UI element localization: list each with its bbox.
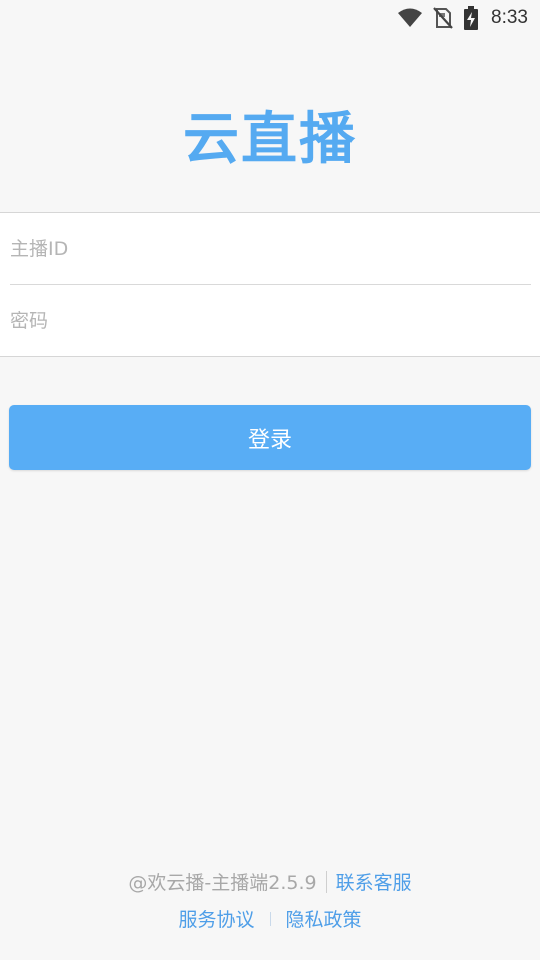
anchor-id-row <box>0 213 540 285</box>
contact-service-link[interactable]: 联系客服 <box>336 868 412 895</box>
footer-links: 服务协议 隐私政策 <box>0 905 540 932</box>
version-text: @欢云播-主播端2.5.9 <box>128 872 317 894</box>
battery-charging-icon <box>463 6 479 30</box>
wifi-icon <box>397 8 423 28</box>
privacy-policy-link[interactable]: 隐私政策 <box>286 905 362 932</box>
status-bar: 8:33 <box>0 0 540 36</box>
anchor-id-input[interactable] <box>10 238 510 260</box>
footer-divider <box>269 911 271 926</box>
login-form <box>0 212 540 357</box>
password-input[interactable] <box>10 310 510 332</box>
footer-divider <box>325 870 327 893</box>
password-row <box>0 285 540 357</box>
no-sim-icon <box>433 7 453 29</box>
footer-info: @欢云播-主播端2.5.9 联系客服 <box>0 868 540 895</box>
app-title: 云直播 <box>183 107 357 172</box>
login-button[interactable]: 登录 <box>9 405 531 470</box>
service-agreement-link[interactable]: 服务协议 <box>178 905 254 932</box>
status-time: 8:33 <box>491 7 528 28</box>
login-screen: 8:33 云直播 登录 @欢云播-主播端2.5.9 联系客服 服务协议 隐私政策 <box>0 0 540 960</box>
